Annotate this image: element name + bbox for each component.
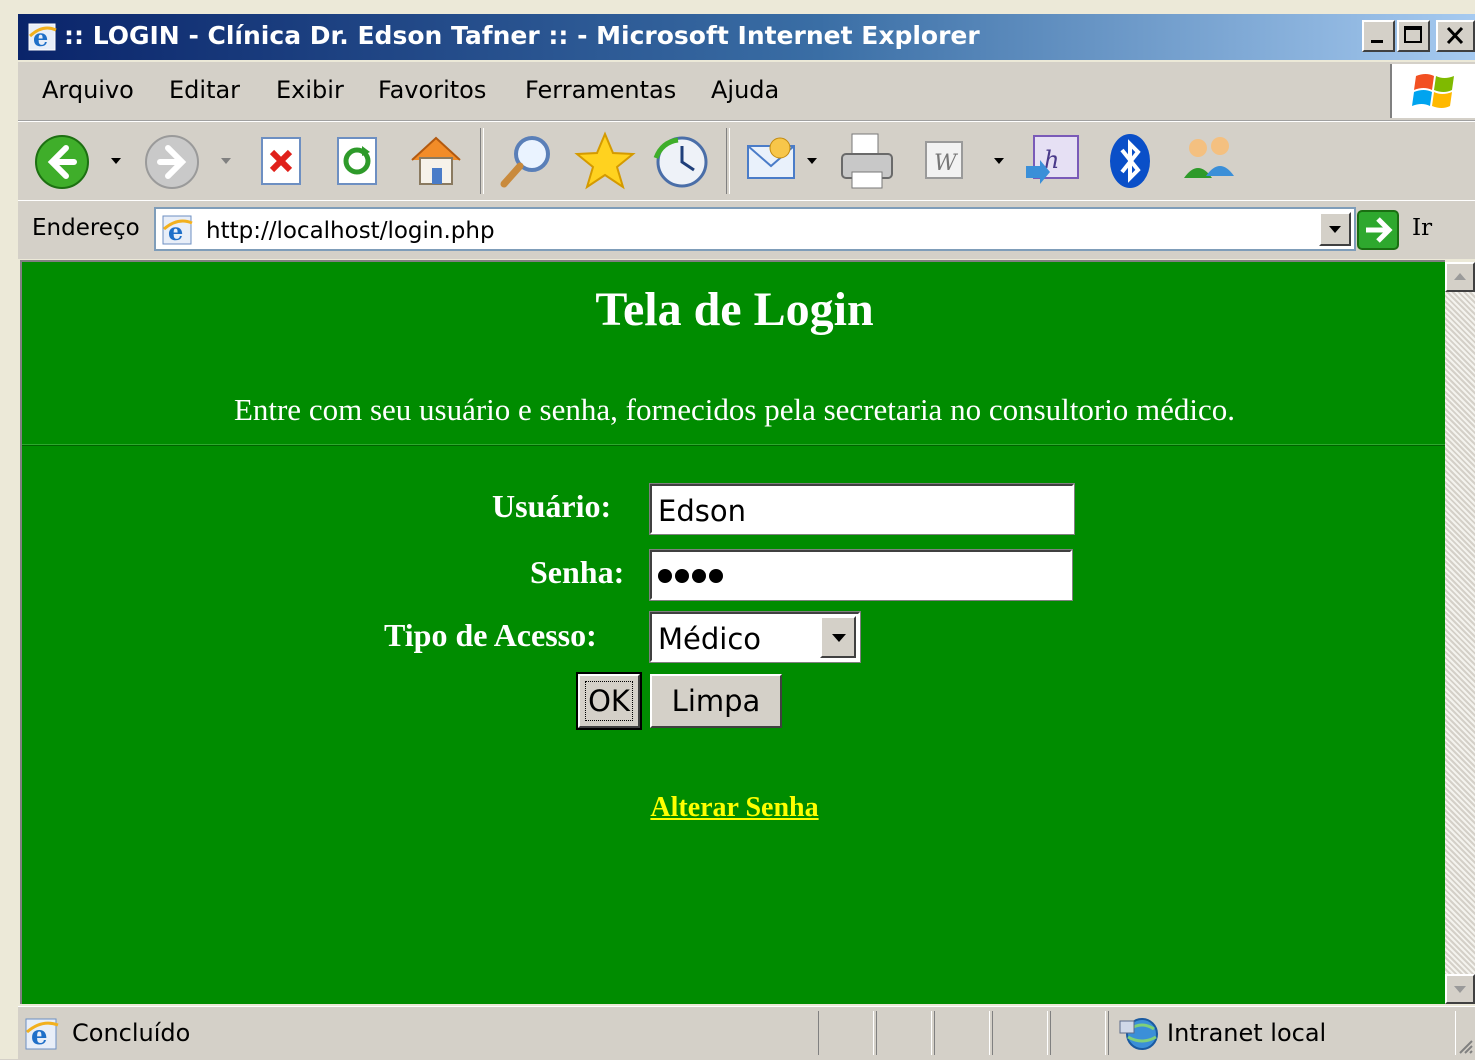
menu-ferramentas[interactable]: Ferramentas <box>525 76 676 104</box>
maximize-button[interactable] <box>1397 20 1430 52</box>
password-input[interactable] <box>649 549 1073 601</box>
scroll-up-button[interactable] <box>1445 262 1475 292</box>
user-input[interactable]: Edson <box>649 483 1075 535</box>
security-zone-text: Intranet local <box>1167 1019 1327 1047</box>
page-title: Tela de Login <box>595 283 874 336</box>
ok-button[interactable]: OK <box>576 672 642 730</box>
page-content: Tela de Login Entre com seu usuário e se… <box>20 260 1445 1004</box>
forward-icon[interactable] <box>144 134 200 194</box>
access-type-value: Médico <box>658 622 762 656</box>
mail-icon[interactable] <box>744 136 800 188</box>
bluetooth-icon[interactable] <box>1108 132 1152 194</box>
vertical-scrollbar[interactable] <box>1445 262 1475 1004</box>
search-icon[interactable] <box>496 130 556 196</box>
password-mask <box>658 568 726 587</box>
refresh-icon[interactable] <box>334 136 382 192</box>
status-pane <box>934 1011 990 1055</box>
stop-icon[interactable] <box>258 136 306 192</box>
change-password-link[interactable]: Alterar Senha <box>22 792 1445 824</box>
clear-button[interactable]: Limpa <box>650 674 782 728</box>
messenger-icon[interactable]: h <box>1022 132 1084 194</box>
page-status-icon: e <box>24 1017 60 1055</box>
user-input-value: Edson <box>658 494 746 528</box>
toolbar-separator <box>726 128 730 194</box>
edit-icon[interactable]: W <box>922 138 968 186</box>
go-button-label[interactable]: Ir <box>1412 215 1432 241</box>
ie-icon: e <box>28 22 58 52</box>
resize-grip-icon[interactable] <box>1458 1037 1474 1059</box>
ok-button-label: OK <box>588 684 630 718</box>
menu-ajuda[interactable]: Ajuda <box>711 76 779 104</box>
mail-dropdown-icon[interactable] <box>807 158 817 164</box>
status-text: Concluído <box>72 1019 191 1047</box>
user-label: Usuário: <box>492 488 612 524</box>
print-icon[interactable] <box>836 130 898 196</box>
menu-editar[interactable]: Editar <box>169 76 240 104</box>
forward-dropdown-icon[interactable] <box>221 158 231 164</box>
windows-logo-icon <box>1390 64 1475 118</box>
horizontal-rule <box>22 444 1445 446</box>
address-label: Endereço <box>32 215 140 241</box>
back-icon[interactable] <box>34 134 90 194</box>
contacts-icon[interactable] <box>1178 132 1242 194</box>
address-url[interactable]: http://localhost/login.php <box>206 218 495 244</box>
close-button[interactable] <box>1436 20 1475 52</box>
edit-dropdown-icon[interactable] <box>994 158 1004 164</box>
browser-window: e :: LOGIN - Clínica Dr. Edson Tafner ::… <box>0 0 1475 1060</box>
menu-bar: Arquivo Editar Exibir Favoritos Ferramen… <box>18 62 1475 121</box>
title-bar[interactable]: e :: LOGIN - Clínica Dr. Edson Tafner ::… <box>18 14 1475 60</box>
history-icon[interactable] <box>650 132 712 196</box>
home-icon[interactable] <box>406 130 466 194</box>
go-arrow-icon[interactable] <box>1356 209 1402 251</box>
intro-text: Entre com seu usuário e senha, fornecido… <box>233 392 1236 427</box>
address-dropdown-button[interactable] <box>1319 212 1351 246</box>
status-pane <box>876 1011 932 1055</box>
access-type-label: Tipo de Acesso: <box>384 617 597 653</box>
status-pane <box>992 1011 1048 1055</box>
toolbar-separator <box>480 128 484 194</box>
chevron-down-icon[interactable] <box>820 616 856 658</box>
status-pane <box>1050 1011 1106 1055</box>
menu-exibir[interactable]: Exibir <box>276 76 344 104</box>
back-dropdown-icon[interactable] <box>111 158 121 164</box>
address-field[interactable]: e http://localhost/login.php <box>154 207 1356 251</box>
window-title: :: LOGIN - Clínica Dr. Edson Tafner :: -… <box>64 21 980 50</box>
page-icon: e <box>162 215 194 249</box>
favorites-icon[interactable] <box>574 130 636 196</box>
access-type-select[interactable]: Médico <box>649 611 861 663</box>
menu-favoritos[interactable]: Favoritos <box>378 76 486 104</box>
svg-text:W: W <box>934 151 959 176</box>
status-bar: e Concluído Intranet local <box>18 1006 1475 1060</box>
minimize-button[interactable] <box>1362 20 1395 52</box>
address-bar: Endereço e http://localhost/login.php Ir <box>18 200 1475 259</box>
menu-arquivo[interactable]: Arquivo <box>42 76 134 104</box>
clear-button-label: Limpa <box>671 684 761 718</box>
intranet-icon <box>1118 1015 1160 1057</box>
scroll-down-button[interactable] <box>1445 974 1475 1004</box>
password-label: Senha: <box>530 554 625 590</box>
toolbar: W h <box>18 121 1475 201</box>
status-pane <box>818 1011 874 1055</box>
